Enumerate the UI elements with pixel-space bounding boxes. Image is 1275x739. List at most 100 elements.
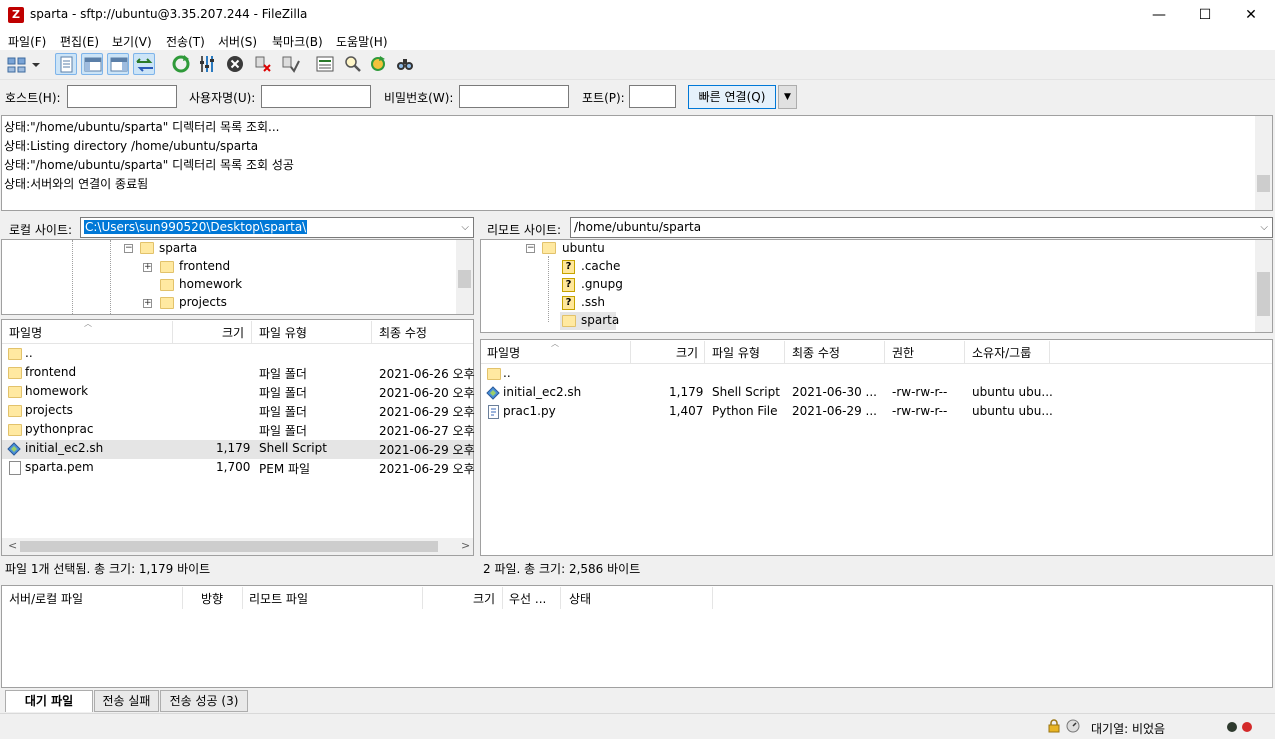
close-button[interactable]: ✕	[1228, 0, 1274, 30]
remote-tree-scroll-thumb[interactable]	[1257, 272, 1270, 316]
column-separator[interactable]	[630, 341, 631, 363]
toggle-remote-tree-icon[interactable]	[107, 53, 129, 75]
expand-icon[interactable]: +	[143, 299, 152, 308]
remote-path-text[interactable]: /home/ubuntu/sparta	[574, 220, 701, 234]
disconnect-icon[interactable]	[252, 53, 274, 75]
minimize-button[interactable]: —	[1136, 0, 1182, 30]
menu-file[interactable]: 파일(F)	[8, 33, 46, 50]
tree-item-cache[interactable]: .cache	[581, 259, 620, 273]
column-type[interactable]: 파일 유형	[259, 324, 307, 341]
toggle-local-tree-icon[interactable]	[81, 53, 103, 75]
password-input[interactable]	[459, 85, 569, 108]
tree-item-frontend[interactable]: frontend	[179, 259, 230, 273]
toggle-transfer-queue-icon[interactable]	[133, 53, 155, 75]
maximize-button[interactable]: ☐	[1182, 0, 1228, 30]
dropdown-arrow-icon[interactable]	[30, 53, 42, 75]
directory-listing-filters-icon[interactable]	[314, 53, 336, 75]
column-separator[interactable]	[560, 587, 561, 609]
tab-successful-transfers[interactable]: 전송 성공 (3)	[160, 690, 248, 712]
tree-item-ubuntu[interactable]: ubuntu	[562, 241, 605, 255]
menu-bookmarks[interactable]: 북마크(B)	[272, 33, 323, 50]
local-tree-scroll-thumb[interactable]	[458, 270, 471, 288]
menu-edit[interactable]: 편집(E)	[60, 33, 99, 50]
column-separator[interactable]	[371, 321, 372, 343]
column-separator[interactable]	[251, 321, 252, 343]
column-separator[interactable]	[964, 341, 965, 363]
menu-transfer[interactable]: 전송(T)	[166, 33, 205, 50]
tree-item-gnupg[interactable]: .gnupg	[581, 277, 623, 291]
file-name[interactable]: projects	[25, 403, 73, 417]
toggle-message-log-icon[interactable]	[55, 53, 77, 75]
cancel-icon[interactable]	[224, 53, 246, 75]
column-modified[interactable]: 최종 수정	[792, 344, 840, 361]
column-separator[interactable]	[502, 587, 503, 609]
quickconnect-history-dropdown[interactable]: ▼	[778, 85, 797, 109]
column-separator[interactable]	[242, 587, 243, 609]
column-separator[interactable]	[784, 341, 785, 363]
file-name[interactable]: pythonprac	[25, 422, 93, 436]
queue-column-size[interactable]: 크기	[473, 590, 495, 607]
queue-column-server-local-file[interactable]: 서버/로컬 파일	[9, 590, 83, 607]
tab-queued-files[interactable]: 대기 파일	[5, 690, 93, 712]
queue-column-status[interactable]: 상태	[569, 590, 591, 607]
host-input[interactable]	[67, 85, 177, 108]
file-name[interactable]: initial_ec2.sh	[503, 385, 581, 399]
column-separator[interactable]	[422, 587, 423, 609]
column-separator[interactable]	[884, 341, 885, 363]
tab-failed-transfers[interactable]: 전송 실패	[94, 690, 159, 712]
queue-column-priority[interactable]: 우선 ...	[509, 590, 546, 607]
column-owner[interactable]: 소유자/그룹	[972, 344, 1031, 361]
local-path-text[interactable]: C:\Users\sun990520\Desktop\sparta\	[84, 220, 308, 234]
synchronized-browsing-icon[interactable]	[367, 53, 389, 75]
menu-server[interactable]: 서버(S)	[218, 33, 257, 50]
site-manager-icon[interactable]	[6, 53, 28, 75]
file-name[interactable]: homework	[25, 384, 88, 398]
search-remote-files-icon[interactable]	[394, 53, 416, 75]
chevron-down-icon[interactable]: ⌵	[1260, 218, 1268, 237]
username-input[interactable]	[261, 85, 371, 108]
column-size[interactable]: 크기	[676, 344, 698, 361]
collapse-icon[interactable]: −	[124, 244, 133, 253]
column-size[interactable]: 크기	[222, 324, 244, 341]
collapse-icon[interactable]: −	[526, 244, 535, 253]
column-type[interactable]: 파일 유형	[712, 344, 760, 361]
file-name[interactable]: prac1.py	[503, 404, 556, 418]
tree-item-homework[interactable]: homework	[179, 277, 242, 291]
column-permissions[interactable]: 권한	[892, 344, 914, 361]
queue-column-direction[interactable]: 방향	[201, 590, 223, 607]
file-name[interactable]: frontend	[25, 365, 76, 379]
local-path-combo[interactable]: C:\Users\sun990520\Desktop\sparta\ ⌵	[80, 217, 474, 238]
refresh-icon[interactable]	[170, 53, 192, 75]
column-separator[interactable]	[182, 587, 183, 609]
chevron-down-icon[interactable]: ⌵	[461, 218, 469, 237]
tree-item-ssh[interactable]: .ssh	[581, 295, 605, 309]
reconnect-icon[interactable]	[279, 53, 301, 75]
file-name[interactable]: sparta.pem	[25, 460, 94, 474]
log-scrollbar[interactable]	[1255, 116, 1272, 210]
menu-help[interactable]: 도움말(H)	[336, 33, 388, 50]
compare-directories-icon[interactable]	[341, 53, 363, 75]
tree-item-sparta[interactable]: sparta	[581, 313, 619, 327]
file-name[interactable]: initial_ec2.sh	[25, 441, 103, 455]
tree-item-projects[interactable]: projects	[179, 295, 227, 309]
quickconnect-button[interactable]: 빠른 연결(Q)	[688, 85, 776, 109]
column-modified[interactable]: 최종 수정	[379, 324, 427, 341]
log-scroll-thumb[interactable]	[1257, 175, 1270, 192]
scroll-right-arrow[interactable]: >	[461, 539, 470, 552]
column-filename[interactable]: 파일명	[487, 344, 520, 361]
port-input[interactable]	[629, 85, 676, 108]
column-separator[interactable]	[704, 341, 705, 363]
scroll-left-arrow[interactable]: <	[8, 539, 17, 552]
column-separator[interactable]	[712, 587, 713, 609]
file-name[interactable]: ..	[503, 366, 511, 380]
column-separator[interactable]	[1049, 341, 1050, 363]
menu-view[interactable]: 보기(V)	[112, 33, 152, 50]
column-separator[interactable]	[172, 321, 173, 343]
expand-icon[interactable]: +	[143, 263, 152, 272]
local-hscroll-thumb[interactable]	[20, 541, 438, 552]
column-filename[interactable]: 파일명	[9, 324, 42, 341]
queue-column-remote-file[interactable]: 리모트 파일	[249, 590, 308, 607]
remote-path-combo[interactable]: /home/ubuntu/sparta ⌵	[570, 217, 1273, 238]
tree-item-sparta[interactable]: sparta	[159, 241, 197, 255]
process-queue-icon[interactable]	[197, 53, 219, 75]
